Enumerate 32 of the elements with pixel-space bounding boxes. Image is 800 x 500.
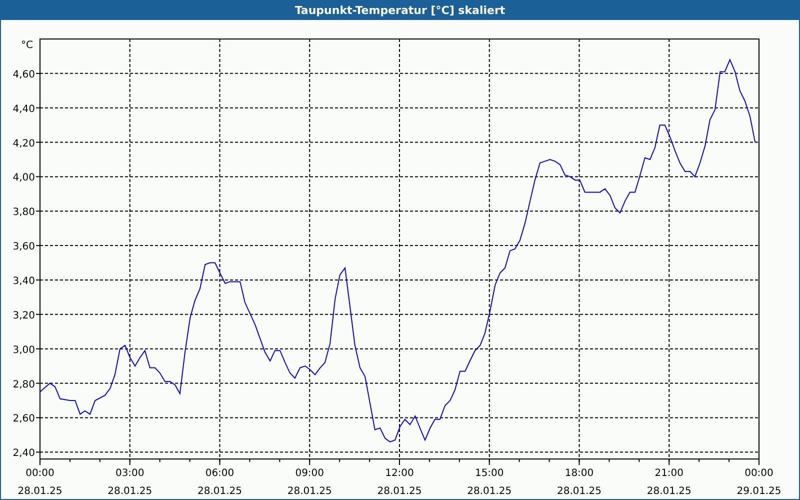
x-tick-label: 21:00 <box>654 468 684 479</box>
y-tick-label: 3,80 <box>12 207 35 218</box>
y-tick-label: 4,00 <box>12 172 35 184</box>
x-tick-label: 15:00 <box>474 468 504 479</box>
y-axis-unit: °C <box>21 40 33 51</box>
x-tick-label: 09:00 <box>295 468 324 479</box>
x-date-label: 29.01.25 <box>736 486 782 497</box>
x-date-label: 28.01.25 <box>646 486 692 497</box>
y-tick-label: 2,40 <box>12 448 35 460</box>
x-date-label: 28.01.25 <box>377 486 422 497</box>
x-date-label: 28.01.25 <box>556 486 602 497</box>
y-tick-label: 4,60 <box>12 69 35 80</box>
y-tick-label: 3,20 <box>12 310 35 322</box>
x-date-label: 28.01.25 <box>197 486 242 497</box>
x-tick-label: 00:00 <box>744 468 774 479</box>
x-date-label: 28.01.25 <box>467 486 512 497</box>
window-title: Taupunkt-Temperatur [°C] skaliert <box>294 4 506 16</box>
x-date-label: 28.01.25 <box>287 486 332 497</box>
x-tick-label: 00:00 <box>26 468 54 479</box>
x-tick-label: 03:00 <box>115 468 144 479</box>
y-tick-label: 4,40 <box>12 104 35 115</box>
x-tick-label: 18:00 <box>564 468 594 479</box>
y-tick-label: 2,60 <box>12 414 35 425</box>
x-date-label: 28.01.25 <box>108 486 152 497</box>
x-date-label: 28.01.25 <box>18 486 62 497</box>
x-tick-label: 12:00 <box>385 468 414 479</box>
y-tick-label: 2,80 <box>12 379 35 390</box>
x-tick-label: 06:00 <box>205 468 234 479</box>
y-tick-label: 3,60 <box>12 242 35 253</box>
y-tick-label: 3,00 <box>12 344 35 356</box>
y-tick-label: 4,20 <box>12 138 35 150</box>
y-tick-label: 3,40 <box>12 276 35 287</box>
